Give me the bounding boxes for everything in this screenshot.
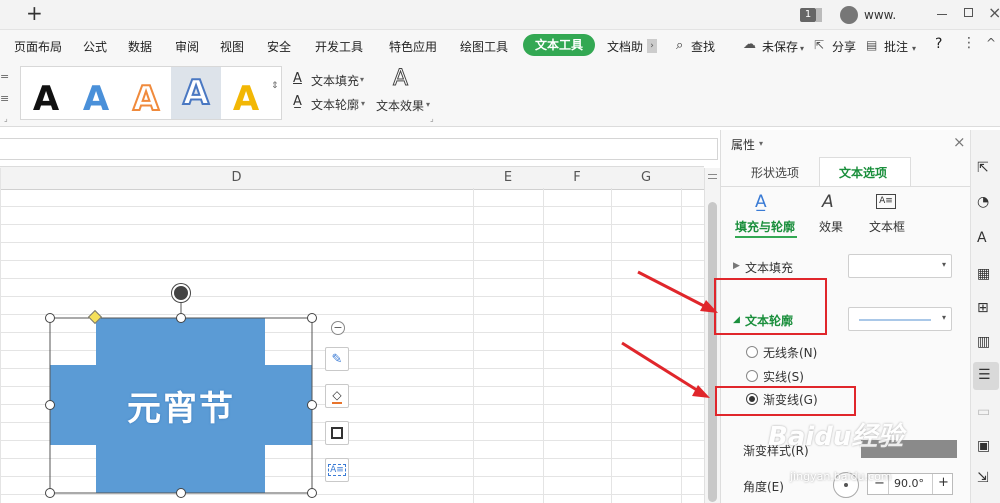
fill-outline-icon: A̲: [755, 192, 767, 212]
chevron-down-icon: ▾: [800, 44, 805, 53]
effect-icon: A: [822, 192, 834, 212]
text-wrap-button[interactable]: A≡: [325, 458, 349, 482]
watermark-text: Baidu经验: [768, 422, 904, 452]
angle-label: 角度(E): [743, 480, 784, 494]
collapse-ribbon-icon[interactable]: ^: [986, 36, 996, 50]
annotation-arrow-1: [637, 270, 709, 310]
subtab-text-box[interactable]: 文本框: [869, 218, 905, 235]
text-outline-dropdown[interactable]: ▾: [848, 307, 952, 331]
table-icon[interactable]: ▦: [977, 266, 995, 284]
resize-handle-left[interactable]: [45, 400, 55, 410]
rotate-handle-icon[interactable]: [172, 284, 190, 302]
fill-bucket-icon: ◇: [332, 388, 342, 404]
share-icon: ⇱: [814, 38, 825, 52]
expand-arrow-icon[interactable]: ▶: [733, 261, 740, 271]
chart-icon[interactable]: ▥: [977, 334, 995, 352]
radio-no-line[interactable]: [746, 346, 758, 358]
restore-icon[interactable]: [964, 8, 973, 17]
unsaved-status[interactable]: 未保存: [762, 38, 798, 55]
shape-outline-button[interactable]: [325, 421, 349, 445]
section-text-fill[interactable]: 文本填充: [745, 259, 793, 276]
text-box-icon: A≡: [876, 194, 896, 209]
share-icon[interactable]: ⇲: [977, 470, 995, 488]
watermark-sub: jingyan.baidu.com: [790, 469, 892, 483]
tab-text-options[interactable]: 文本选项: [839, 164, 887, 181]
comment-icon[interactable]: ▭: [977, 404, 995, 422]
shape-text-container[interactable]: 元宵节: [50, 370, 312, 440]
radio-solid-line[interactable]: [746, 370, 758, 382]
minimize-icon[interactable]: [937, 14, 947, 15]
shape-fill-button[interactable]: ◇: [325, 384, 349, 408]
close-icon[interactable]: ×: [988, 3, 1000, 22]
brush-icon: ✎: [331, 351, 343, 367]
tab-divider: [721, 186, 970, 187]
subtab-fill-outline[interactable]: 填充与轮廓: [735, 218, 795, 235]
resize-handle-top-left[interactable]: [45, 313, 55, 323]
outline-icon: [331, 427, 343, 439]
outline-preview-line: [859, 319, 931, 321]
resize-handle-top-right[interactable]: [307, 313, 317, 323]
shape-text[interactable]: 元宵节: [127, 381, 235, 430]
right-rail: ⇱ ◔ A ▦ ⊞ ▥ ☰ ▭ ▣ ⇲: [970, 130, 1000, 503]
chevron-down-icon: ▾: [941, 313, 946, 322]
shape-style-button[interactable]: ✎: [325, 347, 349, 371]
chevron-down-icon[interactable]: ▾: [759, 139, 763, 148]
text-box-icon: A≡: [328, 464, 346, 476]
resize-handle-bottom[interactable]: [176, 488, 186, 498]
resize-handle-right[interactable]: [307, 400, 317, 410]
resize-handle-bottom-right[interactable]: [307, 488, 317, 498]
angle-increase-button[interactable]: +: [938, 475, 949, 490]
annotation-arrows: [621, 270, 718, 398]
subtab-effect[interactable]: 效果: [819, 218, 843, 235]
avatar[interactable]: [840, 6, 858, 24]
stepper-divider: [932, 474, 933, 494]
angle-dial-dot: [844, 483, 848, 487]
cursor-icon[interactable]: ⇱: [977, 160, 995, 178]
annotation-box-gradient: [715, 386, 856, 416]
user-name[interactable]: www.: [864, 8, 896, 22]
subtab-active-indicator: [735, 236, 797, 238]
panel-title[interactable]: 属性: [731, 136, 755, 153]
collapse-tools-icon[interactable]: −: [331, 321, 345, 335]
annotation-arrowhead-1: [700, 300, 718, 313]
cloud-icon: ☁: [743, 37, 756, 52]
more-options-icon[interactable]: ⋮: [962, 35, 976, 51]
image-icon[interactable]: ▣: [977, 438, 995, 456]
settings-sliders-icon: ☰: [978, 367, 991, 383]
help-button[interactable]: ?: [935, 36, 942, 52]
grid-icon[interactable]: ⊞: [977, 300, 995, 318]
scroll-grip-icon: [708, 174, 717, 175]
annotation-arrow-2: [621, 341, 701, 394]
property-toggle-active[interactable]: ☰: [973, 362, 999, 390]
chevron-down-icon: ▾: [941, 260, 946, 269]
resize-handle-bottom-left[interactable]: [45, 488, 55, 498]
tab-shape-options[interactable]: 形状选项: [751, 164, 799, 181]
angle-value[interactable]: 90.0°: [894, 477, 924, 490]
watermark: Baidu经验: [768, 416, 903, 453]
comment-button[interactable]: 批注: [884, 38, 908, 55]
comment-icon: ▤: [866, 38, 878, 52]
shapes-icon[interactable]: ◔: [977, 194, 995, 212]
window-switch-icon: [816, 8, 822, 22]
watermark-url: jingyan.baidu.com: [790, 470, 892, 483]
style-icon[interactable]: A: [977, 230, 995, 248]
radio-solid-line-label[interactable]: 实线(S): [763, 368, 804, 385]
radio-no-line-label[interactable]: 无线条(N): [763, 344, 817, 361]
close-icon[interactable]: ×: [953, 133, 966, 151]
annotation-box-outline: [714, 278, 827, 335]
window-count-badge[interactable]: 1: [800, 8, 816, 22]
scroll-grip-icon: [708, 178, 717, 179]
chevron-down-icon: ▾: [912, 44, 917, 53]
share-button[interactable]: 分享: [832, 38, 856, 55]
text-fill-dropdown[interactable]: ▾: [848, 254, 952, 278]
resize-handle-top[interactable]: [176, 313, 186, 323]
